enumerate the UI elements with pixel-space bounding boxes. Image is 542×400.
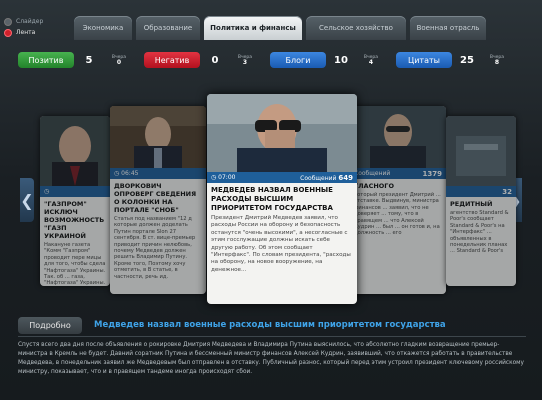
counter-quotes[interactable]: Цитаты 25 Вчера 8 [396, 52, 516, 68]
mode-option-slider[interactable]: Слайдер [4, 16, 64, 27]
clock-icon: ◷ [114, 170, 120, 177]
radio-icon [4, 28, 12, 37]
category-tabs: Экономика Образование Политика и финансы… [74, 16, 490, 40]
detail-text: Спустя всего два дня после объявления о … [18, 342, 524, 375]
detail-headline[interactable]: Медведев назвал военные расходы высшим п… [94, 320, 446, 330]
counter-label: Позитив [18, 52, 74, 68]
card-title: Медведев назвал военные расходы высшим п… [211, 186, 333, 212]
news-photo [350, 106, 446, 168]
card-title: редитный [450, 200, 493, 208]
news-card[interactable]: Сообщений 1379 Гласного который президент… [350, 106, 446, 294]
news-photo [207, 94, 357, 172]
carousel-prev-button[interactable]: ❮ [20, 178, 34, 222]
counter-negative[interactable]: Негатив 0 Вчера 3 [144, 52, 264, 68]
card-meta-bar: ◷ 06:45 [110, 168, 206, 179]
news-photo [110, 106, 206, 168]
card-meta-bar: 32 [446, 186, 516, 197]
mode-option-label: Слайдер [16, 18, 44, 25]
counter-yesterday: Вчера 4 [363, 55, 379, 66]
more-button[interactable]: Подробно [18, 316, 82, 334]
counter-positive[interactable]: Позитив 5 Вчера 0 [18, 52, 138, 68]
radio-icon [4, 17, 12, 26]
card-body: Накануне газета "Комм "Газпром" проводит… [44, 242, 106, 286]
counter-yesterday: Вчера 3 [237, 55, 253, 66]
card-meta-bar: ◷ 07:00 Сообщений 649 [207, 172, 357, 183]
counter-value: 5 [85, 54, 93, 66]
mode-option-label: Лента [16, 29, 36, 36]
counter-yesterday: Вчера 8 [489, 55, 505, 66]
card-status: Сообщений [300, 174, 337, 182]
news-card[interactable]: ◷ 06:45 Дворкович опроверг сведения о ко… [110, 106, 206, 294]
counter-label: Цитаты [396, 52, 452, 68]
counter-blogs[interactable]: Блоги 10 Вчера 4 [270, 52, 390, 68]
tab-politics-finance[interactable]: Политика и финансы [204, 16, 302, 40]
card-time: 07:00 [218, 174, 236, 181]
counter-yesterday: Вчера 0 [111, 55, 127, 66]
counter-value: 0 [211, 54, 219, 66]
featured-news-card[interactable]: ◷ 07:00 Сообщений 649 Медведев назвал вое… [207, 94, 357, 304]
card-count: 649 [338, 173, 353, 182]
tab-economy[interactable]: Экономика [74, 16, 132, 40]
card-title: "Газпром" исключ возможность "Газп Украи… [44, 200, 105, 240]
card-body: который президент Дмитрий ... отставке. … [354, 192, 441, 237]
counter-value: 10 [334, 54, 348, 66]
card-meta-bar: ◷ [40, 186, 110, 197]
app-window: Слайдер Лента Экономика Образование Поли… [0, 0, 542, 400]
counter-label: Негатив [144, 52, 200, 68]
card-count: 32 [502, 187, 512, 196]
clock-icon: ◷ [211, 174, 217, 181]
tab-military[interactable]: Военная отрасль [410, 16, 486, 40]
counter-label: Блоги [270, 52, 326, 68]
card-status: Сообщений [354, 170, 391, 177]
card-body: Президент Дмитрий Медведев заявил, что р… [211, 215, 351, 273]
card-count: 1379 [422, 169, 442, 178]
mode-option-feed[interactable]: Лента [4, 27, 64, 38]
tab-education[interactable]: Образование [136, 16, 200, 40]
counter-value: 25 [460, 54, 474, 66]
tab-agriculture[interactable]: Сельское хозяйство [306, 16, 406, 40]
news-card[interactable]: 32 редитный агентство Standard & Poor's … [446, 116, 516, 286]
view-mode-switch: Слайдер Лента [4, 16, 64, 38]
clock-icon: ◷ [44, 188, 50, 195]
card-title: Гласного [354, 182, 394, 190]
news-photo [40, 116, 110, 186]
news-photo [446, 116, 516, 186]
detail-panel: Подробно Медведев назвал военные расходы… [18, 314, 526, 384]
counters-bar: Позитив 5 Вчера 0 Негатив 0 Вчера 3 Блоги … [18, 52, 522, 68]
news-card[interactable]: ◷ "Газпром" исключ возможность "Газп Укр… [40, 116, 110, 286]
card-title: Дворкович опроверг сведения о колонки на… [114, 182, 197, 214]
chevron-left-icon: ❮ [20, 190, 34, 210]
detail-header: Подробно Медведев назвал военные расходы… [18, 314, 526, 337]
card-body: Статья под названием "12 д которые долже… [114, 216, 196, 280]
card-meta-bar: Сообщений 1379 [350, 168, 446, 179]
news-carousel: ❮ ❯ ◷ "Газпром" исключ возможность "Газп… [0, 88, 542, 313]
card-body: агентство Standard & Poor's сообщает Sta… [450, 210, 509, 255]
card-time: 06:45 [121, 170, 139, 177]
